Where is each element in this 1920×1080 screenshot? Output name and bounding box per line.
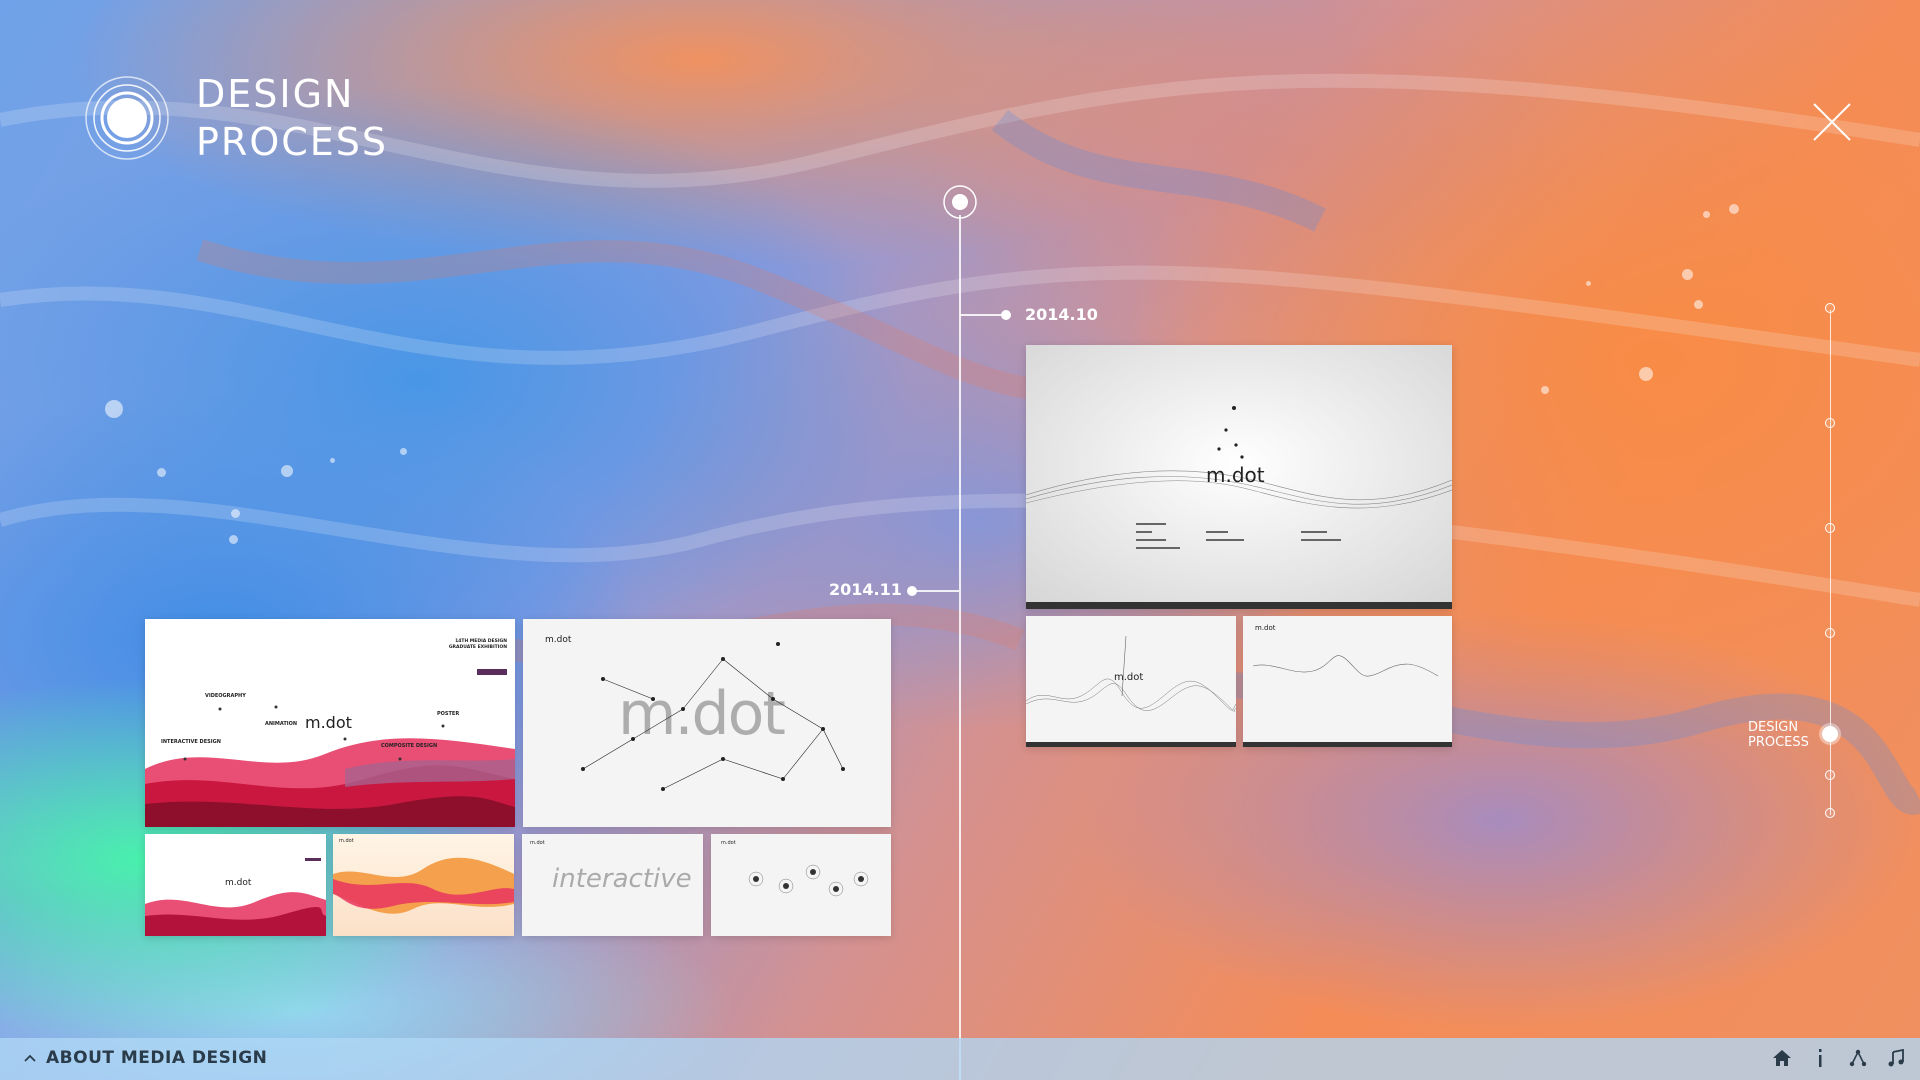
side-nav-dot[interactable]	[1825, 808, 1835, 818]
thumbnail-label: POSTER	[437, 711, 460, 717]
timeline-node-2014-10	[1001, 310, 1011, 320]
side-nav-active-label: DESIGN PROCESS	[1748, 720, 1809, 750]
thumbnail-exhibition-main[interactable]: m.dot VIDEOGRAPHY ANIMATION POSTER INTER…	[145, 619, 515, 827]
music-icon[interactable]	[1884, 1046, 1908, 1070]
app-logo-icon	[85, 76, 169, 160]
footer-icons	[1770, 1046, 1908, 1070]
thumbnail-label: VIDEOGRAPHY	[205, 693, 246, 699]
home-icon[interactable]	[1770, 1046, 1794, 1070]
thumbnail-small-1[interactable]: m.dot	[145, 834, 326, 936]
thumbnail-small-2[interactable]: m.dot	[333, 834, 514, 936]
particle-dot	[1541, 386, 1549, 394]
thumbnail-small-4-art	[748, 864, 869, 897]
particle-dot	[400, 448, 407, 455]
about-media-design-link[interactable]: ABOUT MEDIA DESIGN	[24, 1048, 267, 1068]
thumbnail-label: COMPOSITE DESIGN	[381, 743, 438, 749]
particle-dot	[1639, 367, 1653, 381]
timeline-date-2014-11: 2014.11	[829, 580, 902, 599]
particle-dot	[105, 400, 123, 418]
timeline-branch-2014-10	[960, 314, 1005, 316]
thumbnail-logo: m.dot	[225, 878, 252, 888]
thumbnail-small-3[interactable]: m.dot interactive	[522, 834, 703, 936]
thumbnail-small-2-art	[333, 834, 514, 936]
side-nav-label-line2: PROCESS	[1748, 735, 1809, 750]
share-icon[interactable]	[1846, 1046, 1870, 1070]
side-nav-dot[interactable]	[1825, 523, 1835, 533]
particle-dot	[1703, 211, 1710, 218]
timeline-node-2014-11	[907, 586, 917, 596]
thumbnail-dot-network[interactable]: m.dot m.dot	[523, 619, 891, 827]
thumbnail-corner-logo: m.dot	[530, 840, 545, 846]
thumbnail-corner-logo: m.dot	[721, 840, 736, 846]
thumbnail-label: ANIMATION	[265, 721, 298, 727]
particle-dot	[1729, 204, 1739, 214]
thumbnail-right-small-2[interactable]: m.dot	[1243, 616, 1452, 747]
close-icon[interactable]	[1810, 100, 1854, 144]
thumbnail-logo: m.dot	[1114, 672, 1144, 683]
particle-dot	[330, 458, 335, 463]
timeline-branch-2014-11	[912, 590, 959, 592]
side-nav-dot[interactable]	[1825, 628, 1835, 638]
side-nav-dot[interactable]	[1825, 770, 1835, 780]
particle-dot	[229, 535, 238, 544]
particle-dot	[1694, 300, 1703, 309]
thumbnail-logo: m.dot	[305, 713, 352, 732]
side-nav-dot[interactable]	[1825, 418, 1835, 428]
footer-bar: ABOUT MEDIA DESIGN	[0, 1038, 1920, 1080]
side-nav-dot[interactable]	[1825, 303, 1835, 313]
particle-dot	[1682, 269, 1693, 280]
timeline-line	[959, 215, 961, 1080]
thumbnail-logo: m.dot	[618, 679, 786, 749]
info-icon[interactable]	[1808, 1046, 1832, 1070]
thumbnail-word: interactive	[552, 864, 692, 894]
thumbnail-corner-logo: m.dot	[545, 635, 572, 645]
timeline-date-2014-10: 2014.10	[1025, 305, 1098, 324]
particle-dot	[157, 468, 166, 477]
side-nav-label-line1: DESIGN	[1748, 720, 1799, 735]
page-title-line1: DESIGN	[196, 72, 355, 116]
page-title: DESIGN PROCESS	[196, 70, 388, 166]
thumbnail-right-small-1[interactable]: m.dot	[1026, 616, 1236, 747]
particle-dot	[1586, 281, 1591, 286]
thumbnail-mdot-wave-main[interactable]: m.dot	[1026, 345, 1452, 609]
thumbnail-small-4[interactable]: m.dot	[711, 834, 891, 936]
particle-dot	[281, 465, 293, 477]
side-nav-dot-active[interactable]	[1822, 726, 1838, 742]
thumbnail-corner-logo: m.dot	[339, 838, 354, 844]
thumbnail-right-small-2-art	[1243, 655, 1452, 747]
thumbnail-label: INTERACTIVE DESIGN	[161, 739, 221, 745]
page-title-line2: PROCESS	[196, 120, 389, 164]
thumbnail-logo: m.dot	[1206, 463, 1265, 487]
thumbnail-corner-logo: m.dot	[1255, 624, 1276, 632]
thumbnail-heading: 14TH MEDIA DESIGN GRADUATE EXHIBITION	[448, 639, 507, 650]
particle-dot	[231, 509, 240, 518]
chevron-up-icon	[24, 1048, 36, 1068]
about-media-design-label: ABOUT MEDIA DESIGN	[46, 1048, 268, 1068]
